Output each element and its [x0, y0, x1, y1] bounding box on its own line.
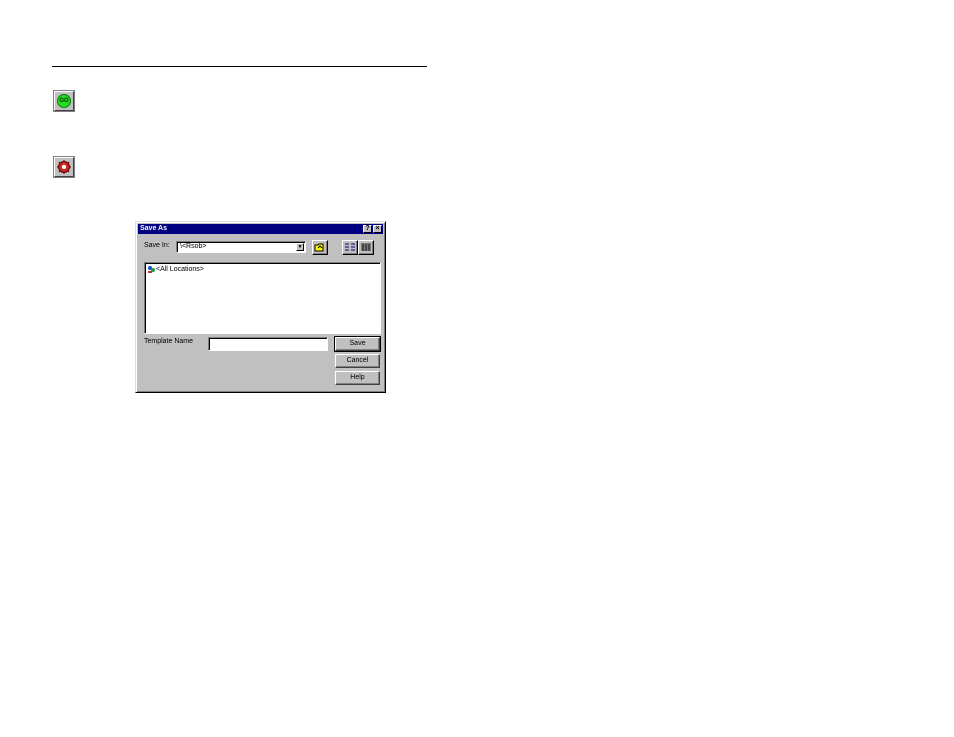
go-button-icon: GO — [54, 91, 74, 111]
save-as-dialog: Save As ? × Save In: \<Rsob> ▼ <All Loca… — [135, 221, 386, 393]
file-list[interactable]: <All Locations> — [144, 262, 381, 334]
details-view-icon — [361, 243, 371, 251]
question-icon: ? — [365, 225, 370, 232]
list-view-icon — [345, 243, 355, 251]
save-in-value: \<Rsob> — [180, 243, 207, 250]
folder-icon — [314, 243, 324, 252]
cancel-button[interactable]: Cancel — [335, 354, 380, 368]
horizontal-rule — [52, 66, 427, 67]
template-name-label: Template Name — [144, 338, 194, 345]
chevron-down-icon[interactable]: ▼ — [296, 243, 304, 251]
folder-up-button[interactable] — [312, 240, 328, 255]
go-icon-label: GO — [57, 94, 71, 108]
title-close-button[interactable]: × — [373, 225, 382, 233]
save-in-dropdown[interactable]: \<Rsob> ▼ — [176, 241, 306, 253]
dialog-titlebar[interactable]: Save As ? × — [138, 224, 383, 234]
locations-icon — [148, 266, 155, 273]
stop-button-icon — [54, 157, 74, 177]
save-button[interactable]: Save — [334, 336, 381, 352]
save-in-label: Save In: — [144, 242, 170, 249]
template-name-input[interactable] — [208, 337, 328, 351]
title-help-button[interactable]: ? — [363, 225, 372, 233]
list-item-label: <All Locations> — [156, 266, 204, 273]
close-icon: × — [375, 225, 380, 232]
stop-icon — [57, 160, 71, 174]
list-view-button[interactable] — [342, 240, 358, 255]
help-button[interactable]: Help — [335, 371, 380, 385]
dialog-title: Save As — [140, 225, 167, 232]
details-view-button[interactable] — [358, 240, 374, 255]
